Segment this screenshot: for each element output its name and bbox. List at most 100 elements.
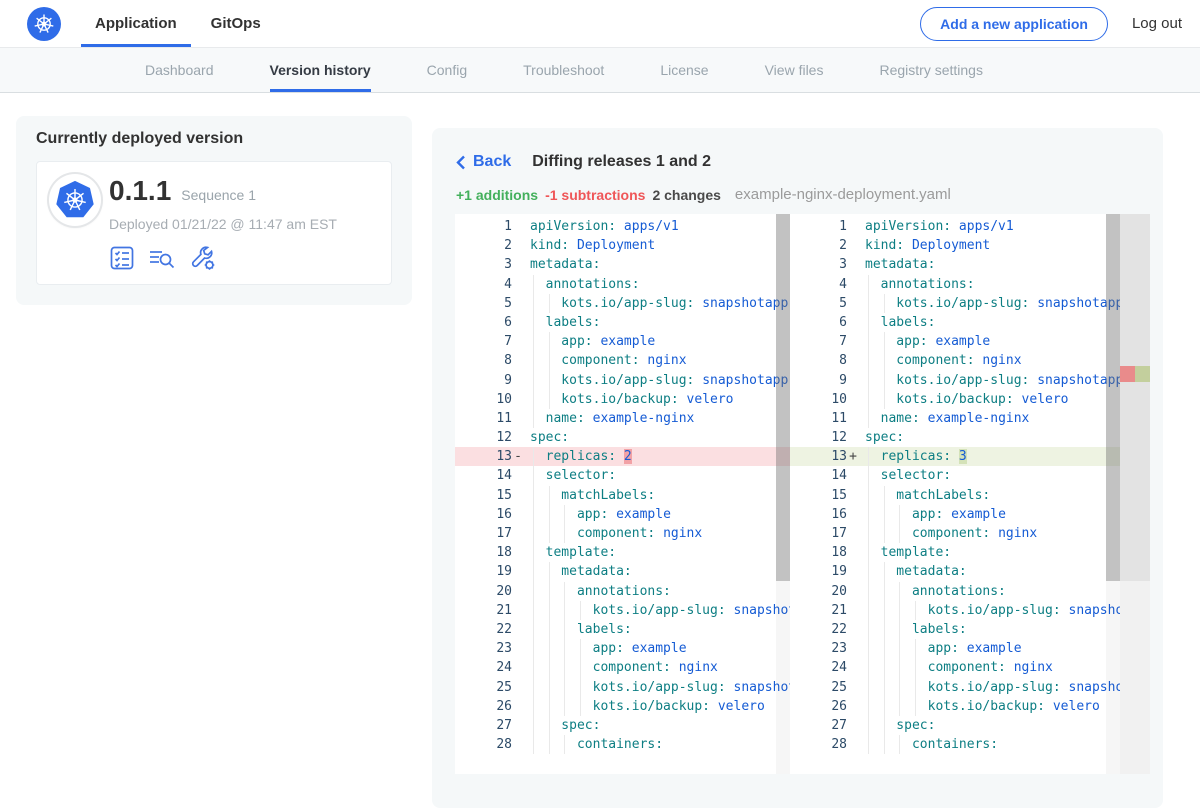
diff-filename: example-nginx-deployment.yaml: [735, 186, 951, 203]
subnav-item-troubleshoot[interactable]: Troubleshoot: [523, 48, 604, 92]
subnav-item-view-files[interactable]: View files: [765, 48, 824, 92]
diff-sign: [512, 543, 524, 562]
diff-sign: [512, 255, 524, 274]
scrollbar-original[interactable]: [776, 214, 790, 774]
top-nav: ApplicationGitOps Add a new application …: [0, 0, 1200, 48]
indent-guide: [549, 601, 550, 620]
line-content: annotations:: [530, 275, 790, 294]
line-number: 19: [790, 562, 847, 581]
line-content: replicas: 3: [865, 447, 1120, 466]
indent-guide: [899, 697, 900, 716]
line-number: 5: [790, 294, 847, 313]
code-line: 20 annotations:: [455, 582, 790, 601]
top-tab-application[interactable]: Application: [81, 0, 191, 47]
code-line: 20 annotations:: [790, 582, 1120, 601]
indent-guide: [533, 716, 534, 735]
diff-sign: [847, 735, 859, 754]
line-content: metadata:: [530, 255, 790, 274]
line-number: 28: [455, 735, 512, 754]
indent-guide: [549, 371, 550, 390]
subnav-item-license[interactable]: License: [660, 48, 708, 92]
diff-sign: [512, 562, 524, 581]
line-number: 4: [455, 275, 512, 294]
diff-sign: [512, 332, 524, 351]
diff-sign: [512, 524, 524, 543]
line-number: 11: [790, 409, 847, 428]
line-number: 18: [790, 543, 847, 562]
line-number: 13: [790, 447, 847, 466]
code-line: 16 app: example: [790, 505, 1120, 524]
subnav-item-dashboard[interactable]: Dashboard: [145, 48, 214, 92]
line-number: 12: [455, 428, 512, 447]
subnav-item-config[interactable]: Config: [427, 48, 467, 92]
indent-guide: [533, 658, 534, 677]
line-content: app: example: [530, 505, 790, 524]
indent-guide: [549, 582, 550, 601]
code-line: 4 annotations:: [455, 275, 790, 294]
diff-sign: [847, 371, 859, 390]
config-tools-icon[interactable]: [189, 244, 217, 272]
indent-guide: [549, 697, 550, 716]
subnav-item-version-history[interactable]: Version history: [270, 48, 371, 92]
indent-guide: [884, 658, 885, 677]
diff-sign: [512, 275, 524, 294]
indent-guide: [868, 371, 869, 390]
indent-guide: [868, 524, 869, 543]
sequence-label: Sequence 1: [181, 187, 256, 203]
code-line: 15 matchLabels:: [790, 486, 1120, 505]
line-number: 2: [790, 236, 847, 255]
indent-guide: [564, 678, 565, 697]
indent-guide: [549, 486, 550, 505]
ruler-deletion-marker: [1120, 366, 1135, 382]
scrollbar-modified[interactable]: [1106, 214, 1120, 774]
ruler-track: [1120, 214, 1150, 581]
diff-sign: [512, 697, 524, 716]
add-application-button[interactable]: Add a new application: [920, 7, 1108, 41]
line-content: component: nginx: [530, 658, 790, 677]
diff-logs-icon[interactable]: [148, 245, 176, 271]
indent-guide: [549, 658, 550, 677]
scrollbar-thumb[interactable]: [1106, 214, 1120, 581]
indent-guide: [899, 620, 900, 639]
back-button[interactable]: Back: [456, 153, 511, 171]
scrollbar-thumb[interactable]: [776, 214, 790, 581]
chevron-left-icon: [456, 155, 466, 170]
indent-guide: [868, 601, 869, 620]
logout-link[interactable]: Log out: [1132, 15, 1182, 32]
code-line: 1apiVersion: apps/v1: [455, 217, 790, 236]
indent-guide: [884, 505, 885, 524]
code-line: 2 kind: Deployment: [790, 236, 1120, 255]
diff-sign: [847, 351, 859, 370]
line-number: 1: [790, 217, 847, 236]
line-content: app: example: [865, 505, 1120, 524]
line-content: component: nginx: [865, 524, 1120, 543]
code-line: 8 component: nginx: [790, 351, 1120, 370]
line-number: 16: [790, 505, 847, 524]
diff-overview-ruler[interactable]: [1120, 214, 1150, 774]
version-action-icons: [109, 244, 337, 272]
diff-sign: [847, 236, 859, 255]
indent-guide: [884, 716, 885, 735]
line-number: 22: [790, 620, 847, 639]
indent-guide: [533, 735, 534, 754]
line-content: annotations:: [530, 582, 790, 601]
line-content: component: nginx: [530, 351, 790, 370]
indent-guide: [533, 409, 534, 428]
line-content: kind: Deployment: [865, 236, 1120, 255]
diff-editor: 1apiVersion: apps/v12kind: Deployment3me…: [455, 214, 1150, 774]
code-line: 10 kots.io/backup: velero: [455, 390, 790, 409]
line-number: 13: [455, 447, 512, 466]
top-tab-gitops[interactable]: GitOps: [197, 0, 275, 47]
diff-sign: [847, 428, 859, 447]
subnav-item-registry-settings[interactable]: Registry settings: [879, 48, 982, 92]
line-content: name: example-nginx: [530, 409, 790, 428]
checklist-icon[interactable]: [109, 245, 135, 271]
code-line: 7 app: example: [455, 332, 790, 351]
line-number: 10: [455, 390, 512, 409]
line-number: 6: [790, 313, 847, 332]
diff-sign: [847, 524, 859, 543]
code-line: 28 containers:: [455, 735, 790, 754]
diff-sign: [847, 601, 859, 620]
line-content: kots.io/app-slug: snapshotapp-mu: [865, 371, 1120, 390]
line-content: app: example: [530, 639, 790, 658]
